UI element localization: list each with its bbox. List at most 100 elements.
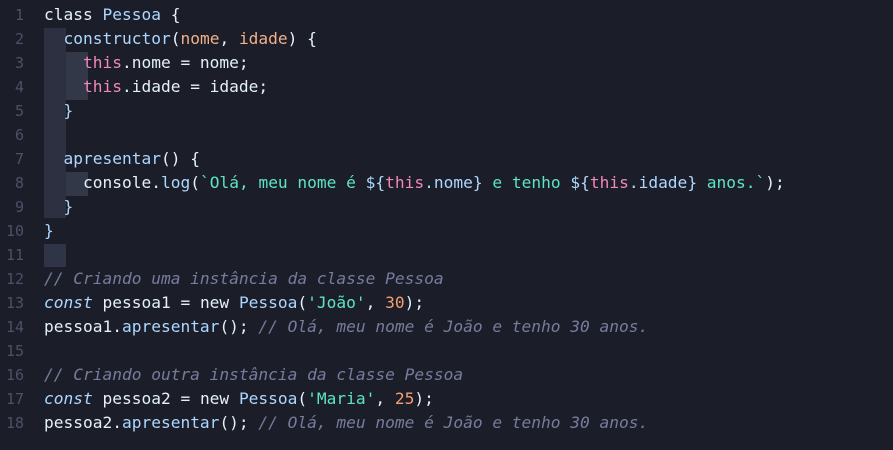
code-text: class Pessoa { bbox=[44, 3, 180, 27]
code-text: } bbox=[44, 99, 74, 123]
line-number: 15 bbox=[5, 342, 24, 360]
code-text: pessoa2.apresentar(); // Olá, meu nome é… bbox=[44, 411, 648, 435]
code-token: apresentar bbox=[63, 149, 161, 168]
code-editor[interactable]: 1 class Pessoa {2 constructor(nome, idade… bbox=[0, 0, 893, 450]
code-token: , bbox=[375, 389, 395, 408]
code-token: // Criando uma instância da classe Pesso… bbox=[44, 269, 444, 288]
code-text: pessoa1.apresentar(); // Olá, meu nome é… bbox=[44, 315, 648, 339]
code-token: () { bbox=[160, 149, 200, 168]
code-text: // Criando outra instância da classe Pes… bbox=[44, 363, 463, 387]
code-token: (); bbox=[219, 413, 259, 432]
code-text: console.log(`Olá, meu nome é ${this.nome… bbox=[44, 171, 785, 195]
code-token: ${ bbox=[365, 173, 386, 192]
code-text: } bbox=[44, 219, 54, 243]
line-number: 5 bbox=[14, 102, 24, 120]
code-token: Pessoa bbox=[238, 389, 298, 408]
code-token: } bbox=[63, 197, 74, 216]
code-token: ${ bbox=[570, 173, 590, 192]
code-line[interactable]: 17 const pessoa2 = new Pessoa('Maria', 25… bbox=[0, 387, 893, 411]
code-token: ); bbox=[404, 293, 425, 312]
code-line[interactable]: 14 pessoa1.apresentar(); // Olá, meu nome… bbox=[0, 315, 893, 339]
code-line[interactable]: 4 this.idade = idade; bbox=[0, 75, 893, 99]
code-token: const bbox=[44, 389, 93, 408]
code-token: Pessoa bbox=[238, 293, 298, 312]
code-line[interactable]: 7 apresentar() { bbox=[0, 147, 893, 171]
code-token: `Olá, meu nome é bbox=[199, 173, 366, 192]
code-token: .nome bbox=[424, 173, 473, 192]
line-number: 4 bbox=[14, 78, 24, 96]
code-line[interactable]: 8 console.log(`Olá, meu nome é ${this.no… bbox=[0, 171, 893, 195]
code-token: nome bbox=[180, 29, 220, 48]
line-number: 10 bbox=[5, 222, 24, 240]
code-token: class bbox=[44, 5, 103, 24]
code-token: pessoa2 = bbox=[92, 389, 200, 408]
code-text: this.idade = idade; bbox=[44, 75, 268, 99]
code-token: // Olá, meu nome é João e tenho 30 anos. bbox=[258, 317, 649, 336]
code-token: } bbox=[44, 221, 54, 240]
code-line[interactable]: 3 this.nome = nome; bbox=[0, 51, 893, 75]
code-line[interactable]: 6 bbox=[0, 123, 893, 147]
line-number: 13 bbox=[5, 294, 24, 312]
code-line[interactable]: 13 const pessoa1 = new Pessoa('João', 30)… bbox=[0, 291, 893, 315]
code-token: this bbox=[82, 53, 122, 72]
code-line[interactable]: 10} bbox=[0, 219, 893, 243]
code-token: ( bbox=[190, 173, 200, 192]
code-token: new bbox=[199, 293, 230, 312]
code-line[interactable]: 2 constructor(nome, idade) { bbox=[0, 27, 893, 51]
code-line[interactable]: 15 bbox=[0, 339, 893, 363]
code-token: ( bbox=[297, 293, 308, 312]
line-number: 16 bbox=[5, 366, 24, 384]
line-number: 7 bbox=[14, 150, 24, 168]
code-text: this.nome = nome; bbox=[44, 51, 249, 75]
code-line[interactable]: 16 // Criando outra instância da classe P… bbox=[0, 363, 893, 387]
code-token: new bbox=[199, 389, 230, 408]
code-line[interactable]: 5 } bbox=[0, 99, 893, 123]
code-token: pessoa1. bbox=[44, 317, 122, 336]
line-number: 3 bbox=[14, 54, 24, 72]
code-line[interactable]: 18 pessoa2.apresentar(); // Olá, meu nome… bbox=[0, 411, 893, 435]
code-line[interactable]: 9 } bbox=[0, 195, 893, 219]
code-token: , bbox=[219, 29, 239, 48]
code-token: { bbox=[160, 5, 181, 24]
line-number: 8 bbox=[14, 174, 24, 192]
code-token: const bbox=[44, 293, 93, 312]
line-number: 1 bbox=[14, 6, 24, 24]
code-token: log bbox=[160, 173, 191, 192]
code-token: apresentar bbox=[121, 317, 220, 336]
code-token: anos.` bbox=[697, 173, 766, 192]
line-number: 2 bbox=[14, 30, 24, 48]
code-line[interactable]: 1 class Pessoa { bbox=[0, 3, 893, 27]
code-token: ( bbox=[170, 29, 181, 48]
code-token: } bbox=[472, 173, 483, 192]
code-line[interactable]: 12 // Criando uma instância da classe Pes… bbox=[0, 267, 893, 291]
code-text: const pessoa2 = new Pessoa('Maria', 25); bbox=[44, 387, 434, 411]
code-token: e tenho bbox=[482, 173, 571, 192]
code-token: 30 bbox=[385, 293, 405, 312]
code-token: pessoa1 = bbox=[92, 293, 200, 312]
code-token: ); bbox=[765, 173, 785, 192]
code-text: constructor(nome, idade) { bbox=[44, 27, 317, 51]
code-line[interactable]: 11 bbox=[0, 243, 893, 267]
line-number: 9 bbox=[14, 198, 24, 216]
code-token: // Olá, meu nome é João e tenho 30 anos. bbox=[258, 413, 649, 432]
code-token: this bbox=[82, 77, 122, 96]
code-token: // Criando outra instância da classe Pes… bbox=[44, 365, 464, 384]
code-token: , bbox=[365, 293, 386, 312]
code-token: 'João' bbox=[307, 293, 366, 312]
line-number: 17 bbox=[5, 390, 24, 408]
line-number: 6 bbox=[14, 126, 24, 144]
code-token: .nome = nome; bbox=[121, 53, 249, 72]
line-number: 18 bbox=[5, 414, 24, 432]
code-token: ); bbox=[414, 389, 434, 408]
code-token: . bbox=[151, 173, 161, 192]
code-text: // Criando uma instância da classe Pesso… bbox=[44, 267, 444, 291]
